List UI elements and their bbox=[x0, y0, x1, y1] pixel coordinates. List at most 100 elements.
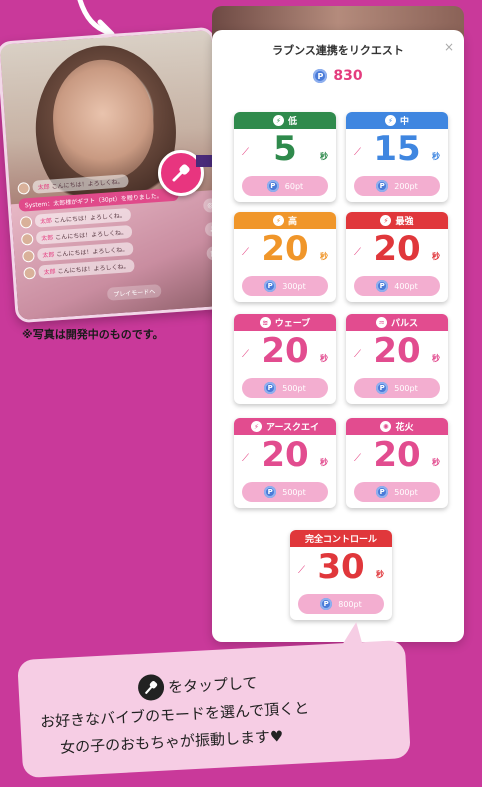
price-value: 300pt bbox=[282, 281, 306, 291]
mode-duration: ⟋ 20 秒 bbox=[234, 435, 336, 475]
mode-icon: ⚡ bbox=[272, 115, 284, 126]
price-value: 200pt bbox=[394, 181, 418, 191]
mode-card-9[interactable]: 完全コントロール ⟋ 30 秒 P 800pt bbox=[290, 530, 392, 620]
point-coin-icon: P bbox=[264, 486, 277, 498]
avatar bbox=[19, 215, 33, 229]
point-balance: P 830 bbox=[212, 68, 464, 84]
duration-value: 20 bbox=[373, 435, 421, 475]
mode-duration: ⟋ 5 秒 bbox=[234, 129, 336, 169]
duration-value: 20 bbox=[261, 229, 309, 269]
price-value: 60pt bbox=[284, 181, 304, 191]
avatar bbox=[23, 266, 37, 280]
mode-header: ⚡ 最強 bbox=[346, 212, 448, 229]
mode-card-5[interactable]: ≋ ウェーブ ⟋ 20 秒 P 500pt bbox=[234, 314, 336, 404]
mode-card-6[interactable]: ♒ パルス ⟋ 20 秒 P 500pt bbox=[346, 314, 448, 404]
mode-duration: ⟋ 15 秒 bbox=[346, 129, 448, 169]
mode-icon: ♒ bbox=[375, 317, 387, 328]
duration-value: 5 bbox=[273, 129, 297, 169]
mode-header: ✺ 花火 bbox=[346, 418, 448, 435]
avatar bbox=[20, 232, 34, 246]
duration-unit: 秒 bbox=[320, 458, 328, 467]
price-value: 400pt bbox=[394, 281, 418, 291]
point-coin-icon: P bbox=[376, 180, 389, 192]
mode-header: ⚡ 高 bbox=[234, 212, 336, 229]
price-value: 800pt bbox=[338, 599, 362, 609]
mode-card-7[interactable]: ⚡ アースクエイ ⟋ 20 秒 P 500pt bbox=[234, 418, 336, 508]
mode-header: ⚡ 低 bbox=[234, 112, 336, 129]
mode-label: 最強 bbox=[395, 217, 414, 227]
mode-icon: ✺ bbox=[380, 421, 392, 432]
remote-icon bbox=[137, 673, 165, 702]
price-button[interactable]: P 500pt bbox=[354, 482, 440, 502]
point-coin-icon: P bbox=[376, 280, 389, 292]
mode-duration: ⟋ 20 秒 bbox=[346, 435, 448, 475]
balance-value: 830 bbox=[333, 68, 363, 84]
duration-unit: 秒 bbox=[320, 152, 328, 161]
mode-icon: ⚡ bbox=[250, 421, 262, 432]
duration-unit: 秒 bbox=[376, 570, 384, 579]
mode-card-3[interactable]: ⚡ 高 ⟋ 20 秒 P 300pt bbox=[234, 212, 336, 302]
duration-unit: 秒 bbox=[432, 252, 440, 261]
mode-icon: ⚡ bbox=[272, 215, 284, 226]
duration-unit: 秒 bbox=[432, 458, 440, 467]
mode-duration: ⟋ 20 秒 bbox=[234, 331, 336, 371]
mode-label: ウェーブ bbox=[274, 319, 311, 329]
duration-unit: 秒 bbox=[432, 354, 440, 363]
mode-card-4[interactable]: ⚡ 最強 ⟋ 20 秒 P 400pt bbox=[346, 212, 448, 302]
avatar bbox=[17, 181, 31, 195]
duration-value: 20 bbox=[261, 435, 309, 475]
price-button[interactable]: P 200pt bbox=[354, 176, 440, 196]
mode-icon: ⚡ bbox=[384, 115, 396, 126]
duration-value: 15 bbox=[373, 129, 421, 169]
mode-duration: ⟋ 20 秒 bbox=[234, 229, 336, 269]
mode-label: 高 bbox=[287, 217, 297, 227]
price-button[interactable]: P 400pt bbox=[354, 276, 440, 296]
disclaimer-note: ※写真は開発中のものです。 bbox=[22, 328, 164, 341]
duration-value: 20 bbox=[373, 229, 421, 269]
point-coin-icon: P bbox=[376, 486, 389, 498]
price-value: 500pt bbox=[282, 487, 306, 497]
mode-label: 中 bbox=[399, 117, 409, 127]
mode-header: 完全コントロール bbox=[290, 530, 392, 547]
mode-card-8[interactable]: ✺ 花火 ⟋ 20 秒 P 500pt bbox=[346, 418, 448, 508]
price-value: 500pt bbox=[394, 487, 418, 497]
mode-label: 完全コントロール bbox=[304, 535, 377, 545]
mode-card-2[interactable]: ⚡ 中 ⟋ 15 秒 P 200pt bbox=[346, 112, 448, 202]
mode-header: ⚡ アースクエイ bbox=[234, 418, 336, 435]
price-button[interactable]: P 500pt bbox=[242, 378, 328, 398]
point-coin-icon: P bbox=[376, 382, 389, 394]
point-coin-icon: P bbox=[266, 180, 279, 192]
point-coin-icon: P bbox=[264, 382, 277, 394]
price-button[interactable]: P 300pt bbox=[242, 276, 328, 296]
chat-list: 太郎 こんにちは！よろしくね。 System：太郎様がギフト（30pt）を贈りまし… bbox=[17, 171, 184, 284]
mode-header: ⚡ 中 bbox=[346, 112, 448, 129]
mode-header: ≋ ウェーブ bbox=[234, 314, 336, 331]
mode-card-1[interactable]: ⚡ 低 ⟋ 5 秒 P 60pt bbox=[234, 112, 336, 202]
duration-value: 30 bbox=[317, 547, 365, 587]
mode-icon: ⚡ bbox=[380, 215, 392, 226]
price-value: 500pt bbox=[282, 383, 306, 393]
mode-duration: ⟋ 20 秒 bbox=[346, 229, 448, 269]
mode-label: 花火 bbox=[395, 423, 414, 433]
mode-label: アースクエイ bbox=[265, 423, 319, 433]
remote-icon bbox=[172, 164, 190, 182]
price-value: 500pt bbox=[394, 383, 418, 393]
price-button[interactable]: P 60pt bbox=[242, 176, 328, 196]
point-coin-icon: P bbox=[320, 598, 333, 610]
point-coin-icon: P bbox=[313, 69, 328, 83]
close-icon[interactable]: × bbox=[444, 40, 454, 54]
duration-unit: 秒 bbox=[320, 252, 328, 261]
point-coin-icon: P bbox=[264, 280, 277, 292]
mode-duration: ⟋ 20 秒 bbox=[346, 331, 448, 371]
mode-label: パルス bbox=[390, 319, 418, 329]
avatar bbox=[22, 249, 35, 263]
mode-duration: ⟋ 30 秒 bbox=[290, 547, 392, 587]
mode-header: ♒ パルス bbox=[346, 314, 448, 331]
price-button[interactable]: P 500pt bbox=[242, 482, 328, 502]
panel-title: ラブンス連携をリクエスト bbox=[272, 44, 404, 57]
price-button[interactable]: P 800pt bbox=[298, 594, 384, 614]
duration-unit: 秒 bbox=[432, 152, 440, 161]
duration-unit: 秒 bbox=[320, 354, 328, 363]
price-button[interactable]: P 500pt bbox=[354, 378, 440, 398]
duration-value: 20 bbox=[373, 331, 421, 371]
